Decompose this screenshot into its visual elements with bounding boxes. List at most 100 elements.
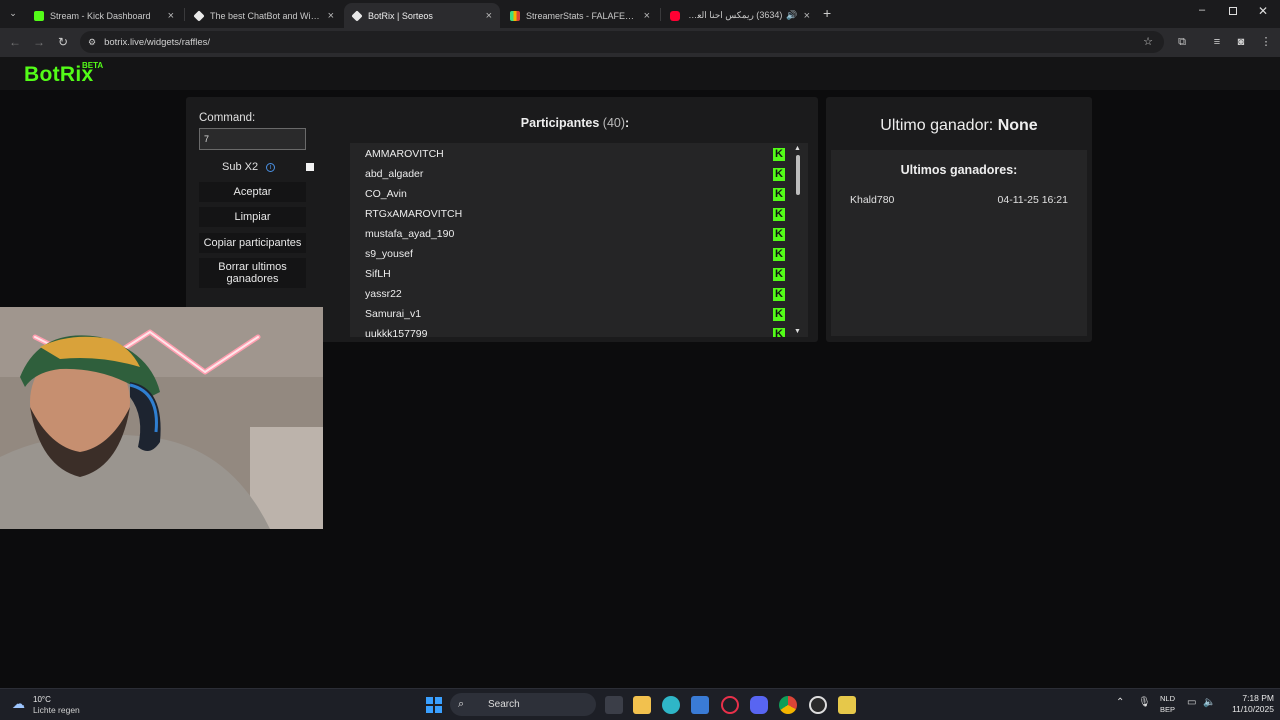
participants-scrollbar[interactable]: ▲ ▼	[794, 143, 802, 337]
tab-search-icon[interactable]: ⌄	[5, 5, 21, 21]
menu-icon[interactable]: ⋮	[1259, 35, 1273, 49]
kick-icon: K	[773, 168, 785, 181]
list-item: yassr22 K	[365, 284, 785, 304]
audio-playing-icon[interactable]: 🔊	[786, 10, 797, 21]
pinned-app-icon[interactable]	[838, 696, 856, 714]
tab-title: (3634) ريمكس احنا العيالة رد	[686, 10, 783, 20]
search-icon: ⌕	[458, 698, 465, 710]
list-item: Samurai_v1 K	[365, 304, 785, 324]
opera-gx-icon[interactable]	[721, 696, 739, 714]
kick-icon: K	[773, 288, 785, 301]
file-explorer-icon[interactable]	[633, 696, 651, 714]
kick-icon: K	[773, 268, 785, 281]
kick-icon: K	[773, 228, 785, 241]
kick-icon: K	[773, 248, 785, 261]
list-item: AMMAROVITCH K	[365, 144, 785, 164]
taskbar-search[interactable]: ⌕ Search	[450, 693, 596, 716]
reload-icon[interactable]: ↻	[55, 34, 71, 50]
store-icon[interactable]	[691, 696, 709, 714]
microphone-icon[interactable]: 🎙	[1138, 697, 1151, 708]
winners-panel: Ultimo ganador: None Ultimos ganadores: …	[826, 97, 1092, 342]
participants-heading: Participantes	[520, 116, 600, 130]
obs-icon[interactable]	[809, 696, 827, 714]
clear-button[interactable]: Limpiar	[199, 207, 306, 227]
weather-description: Lichte regen	[33, 705, 80, 715]
address-bar[interactable]: ⚙ botrix.live/widgets/raffles/	[80, 31, 1164, 53]
beta-badge: BETA	[82, 61, 104, 70]
tab-title: Stream - Kick Dashboard	[50, 10, 151, 21]
profile-icon[interactable]: ◙	[1234, 35, 1248, 49]
tab-close-icon[interactable]: ×	[804, 10, 810, 22]
sub-x2-checkbox[interactable]	[306, 163, 314, 171]
media-controls-icon[interactable]: ≡	[1210, 35, 1224, 49]
kick-icon: K	[773, 188, 785, 201]
edge-icon[interactable]	[662, 696, 680, 714]
command-input[interactable]	[199, 128, 306, 150]
delete-last-winners-button[interactable]: Borrar ultimos ganadores	[199, 258, 306, 288]
tab-title: StreamerStats - FALAFELCO Pro	[526, 10, 638, 21]
tab-botrix-sorteos[interactable]: BotRix | Sorteos ×	[344, 3, 500, 28]
list-item: CO_Avin K	[365, 184, 785, 204]
chrome-icon[interactable]	[779, 696, 797, 714]
tab-close-icon[interactable]: ×	[486, 10, 492, 22]
tab-close-icon[interactable]: ×	[328, 10, 334, 22]
discord-icon[interactable]	[750, 696, 768, 714]
close-window-icon[interactable]: ✕	[1258, 4, 1268, 18]
weather-widget[interactable]: ☁ 10°C Lichte regen	[12, 693, 102, 717]
extensions-icon[interactable]: ⧉	[1175, 35, 1189, 49]
participant-name: Samurai_v1	[365, 308, 422, 320]
minimize-window-icon[interactable]: –	[1199, 4, 1205, 16]
back-icon[interactable]: ←	[7, 34, 23, 50]
bookmark-star-icon[interactable]: ☆	[1141, 35, 1155, 49]
tab-kick-dashboard[interactable]: Stream - Kick Dashboard ×	[26, 3, 182, 28]
botrix-favicon-icon	[351, 9, 363, 22]
browser-tab-strip: ⌄ Stream - Kick Dashboard × The best Cha…	[0, 0, 1280, 28]
participants-count: (40)	[602, 116, 626, 130]
youtube-favicon-icon	[670, 10, 680, 21]
accept-button[interactable]: Aceptar	[199, 182, 306, 202]
last-winners-title: Ultimos ganadores:	[900, 163, 1018, 177]
tab-close-icon[interactable]: ×	[168, 10, 174, 22]
scrollbar-thumb[interactable]	[796, 155, 800, 195]
clock-time: 7:18 PM	[1242, 693, 1274, 703]
system-clock[interactable]: 7:18 PM 11/10/2025	[1216, 693, 1274, 715]
task-view-icon[interactable]	[605, 696, 623, 714]
start-button-icon[interactable]	[426, 697, 442, 713]
participant-name: yassr22	[365, 288, 402, 300]
command-label: Command:	[199, 112, 256, 124]
tab-title: BotRix | Sorteos	[368, 10, 433, 21]
kick-icon: K	[773, 148, 785, 161]
windows-taskbar: ☁ 10°C Lichte regen ⌕ Search ⌃ 🎙 NLD BEP…	[0, 688, 1280, 720]
language-indicator[interactable]: NLD BEP	[1160, 693, 1175, 715]
last-winner-label: Ultimo ganador:	[880, 117, 994, 134]
scroll-up-icon[interactable]: ▲	[794, 145, 801, 152]
restore-window-icon[interactable]	[1229, 7, 1237, 15]
tab-streamerstats[interactable]: StreamerStats - FALAFELCO Pro ×	[502, 3, 658, 28]
list-item: mustafa_ayad_190 K	[365, 224, 785, 244]
info-icon[interactable]: i	[266, 163, 275, 172]
kick-icon: K	[773, 308, 785, 321]
webcam-feed-image	[0, 307, 323, 529]
scroll-down-icon[interactable]: ▼	[794, 328, 801, 335]
list-item: SifLH K	[365, 264, 785, 284]
network-icon[interactable]: ▭	[1187, 697, 1196, 708]
copy-participants-button[interactable]: Copiar participantes	[199, 233, 306, 253]
tab-chatbot-widgets[interactable]: The best ChatBot and Widgets ×	[186, 3, 342, 28]
participants-list[interactable]: AMMAROVITCH K abd_algader K CO_Avin K RTGxA…	[350, 143, 808, 337]
tab-title: The best ChatBot and Widgets	[210, 10, 322, 21]
raffle-panel: Command: Sub X2 i Aceptar Limpiar Copiar…	[186, 97, 818, 342]
site-info-icon[interactable]: ⚙	[88, 37, 96, 48]
tab-youtube[interactable]: (3634) ريمكس احنا العيالة رد 🔊 ×	[662, 3, 818, 28]
forward-icon[interactable]: →	[31, 34, 47, 50]
volume-icon[interactable]: 🔈	[1203, 697, 1215, 708]
tab-close-icon[interactable]: ×	[644, 10, 650, 22]
participant-name: AMMAROVITCH	[365, 148, 444, 160]
participant-name: RTGxAMAROVITCH	[365, 208, 463, 220]
participant-name: mustafa_ayad_190	[365, 228, 455, 240]
tray-chevron-icon[interactable]: ⌃	[1116, 697, 1124, 708]
last-winner-value: None	[997, 117, 1038, 134]
keyboard-layout: BEP	[1160, 705, 1176, 714]
list-item: s9_yousef K	[365, 244, 785, 264]
stats-favicon-icon	[510, 10, 520, 21]
new-tab-button[interactable]: +	[823, 5, 831, 21]
